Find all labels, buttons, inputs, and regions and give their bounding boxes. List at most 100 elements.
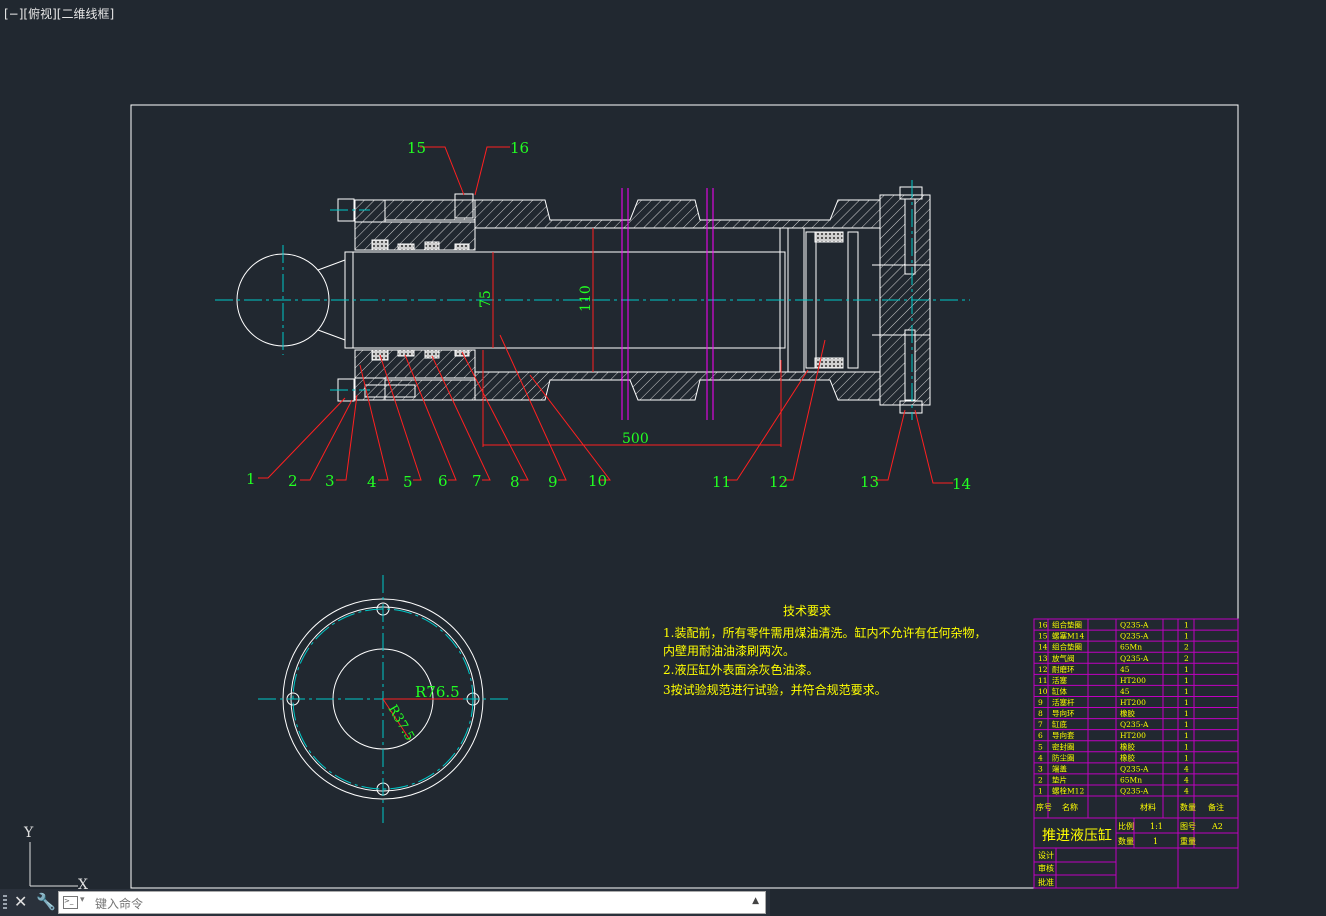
part-label-8: 8 <box>510 473 520 491</box>
parts-cell-material: Q235-A <box>1120 720 1149 729</box>
dim-outer-radius: R76.5 <box>415 683 460 701</box>
parts-cell-qty: 2 <box>1184 643 1189 652</box>
chevron-up-icon[interactable]: ▲ <box>752 896 759 906</box>
technical-requirements: 技术要求 1.装配前，所有零件需用煤油清洗。缸内不允许有任何杂物， 内壁用耐油油… <box>663 604 986 697</box>
parts-cell-no: 9 <box>1038 698 1043 707</box>
part-label-16: 16 <box>510 139 529 157</box>
chevron-down-icon[interactable]: ▾ <box>80 895 85 905</box>
part-label-11: 11 <box>712 473 731 491</box>
parts-cell-no: 5 <box>1038 742 1043 751</box>
parts-cell-material: Q235-A <box>1120 764 1149 773</box>
drag-grip-icon[interactable] <box>3 895 7 911</box>
tech-req-line-1: 1.装配前，所有零件需用煤油清洗。缸内不允许有任何杂物， <box>663 625 986 640</box>
parts-cell-name: 缸底 <box>1052 719 1068 729</box>
parts-cell-material: HT200 <box>1120 731 1146 740</box>
design-label: 设计 <box>1038 850 1054 860</box>
header-qty: 数量 <box>1180 802 1196 812</box>
drawing-canvas: 75 110 500 1 2 3 4 5 6 7 8 9 10 11 12 13… <box>23 104 1239 889</box>
tech-req-line-3: 2.液压缸外表面涂灰色油漆。 <box>663 662 818 677</box>
parts-cell-no: 7 <box>1038 720 1043 729</box>
parts-cell-name: 放气阀 <box>1052 653 1075 663</box>
parts-cell-qty: 1 <box>1184 720 1189 729</box>
part-label-5: 5 <box>403 473 413 491</box>
part-label-9: 9 <box>548 473 558 491</box>
weight-label: 重量 <box>1180 836 1196 846</box>
part-label-2: 2 <box>288 472 298 490</box>
parts-cell-name: 活塞 <box>1052 675 1068 685</box>
part-label-3: 3 <box>325 472 335 490</box>
parts-cell-material: 橡胶 <box>1120 752 1136 762</box>
parts-cell-qty: 1 <box>1184 676 1189 685</box>
parts-cell-no: 15 <box>1038 632 1048 641</box>
dim-inner-radius: R37.5 <box>385 703 417 744</box>
parts-cell-name: 螺栓M12 <box>1052 786 1084 796</box>
parts-cell-material: 45 <box>1120 687 1130 696</box>
close-icon[interactable]: ✕ <box>14 892 27 911</box>
wrench-icon[interactable]: 🔧 <box>36 892 56 911</box>
parts-cell-qty: 1 <box>1184 687 1189 696</box>
parts-cell-qty: 1 <box>1184 698 1189 707</box>
header-no: 序号 <box>1036 802 1052 812</box>
parts-cell-material: Q235-A <box>1120 621 1149 630</box>
parts-cell-no: 8 <box>1038 709 1043 718</box>
part-label-13: 13 <box>860 473 879 491</box>
parts-cell-no: 10 <box>1038 687 1048 696</box>
command-prompt-icon[interactable]: >_ <box>63 896 78 909</box>
part-label-1: 1 <box>246 470 256 488</box>
parts-cell-name: 防尘圈 <box>1052 752 1075 762</box>
parts-cell-name: 组合垫圈 <box>1052 642 1082 652</box>
parts-cell-no: 16 <box>1038 621 1048 630</box>
parts-cell-material: 65Mn <box>1120 775 1142 784</box>
parts-cell-name: 垫片 <box>1052 774 1067 784</box>
parts-cell-material: Q235-A <box>1120 632 1149 641</box>
part-label-15: 15 <box>407 139 426 157</box>
leader-lines <box>258 146 953 484</box>
parts-cell-name: 耐磨环 <box>1052 664 1075 674</box>
drawing-no-label: 图号 <box>1180 822 1196 831</box>
parts-cell-material: 45 <box>1120 665 1130 674</box>
quantity-label: 数量 <box>1118 836 1134 846</box>
parts-cell-material: HT200 <box>1120 676 1146 685</box>
header-remark: 备注 <box>1208 802 1224 812</box>
parts-cell-name: 螺塞M14 <box>1052 631 1084 641</box>
parts-cell-material: HT200 <box>1120 698 1146 707</box>
parts-cell-no: 4 <box>1038 753 1043 762</box>
drawing-no-value: A2 <box>1211 822 1223 831</box>
parts-cell-qty: 1 <box>1184 665 1189 674</box>
part-label-10: 10 <box>588 472 607 490</box>
parts-cell-qty: 1 <box>1184 731 1189 740</box>
approve-label: 批准 <box>1038 877 1054 887</box>
parts-cell-no: 14 <box>1038 643 1048 652</box>
ucs-y-label: Y <box>23 825 34 841</box>
command-line-bar: ✕ 🔧 >_ ▾ ▲ <box>0 889 770 916</box>
parts-cell-qty: 4 <box>1184 787 1189 796</box>
parts-cell-name: 缸体 <box>1052 686 1068 696</box>
parts-cell-no: 3 <box>1038 764 1043 773</box>
quantity-value: 1 <box>1153 837 1158 846</box>
parts-cell-material: 橡胶 <box>1120 708 1136 718</box>
parts-cell-name: 组合垫圈 <box>1052 620 1082 630</box>
parts-cell-qty: 1 <box>1184 709 1189 718</box>
ucs-icon <box>29 842 78 887</box>
parts-cell-name: 密封圈 <box>1052 741 1075 751</box>
title-block-text: 序号 名称 材料 数量 备注 推进液压缸 比例 1:1 图号 A2 数量 1 重… <box>1036 802 1224 887</box>
parts-cell-qty: 1 <box>1184 742 1189 751</box>
parts-cell-qty: 1 <box>1184 621 1189 630</box>
check-label: 审核 <box>1038 863 1054 873</box>
ucs-x-label: X <box>78 877 88 889</box>
parts-cell-no: 12 <box>1038 665 1048 674</box>
command-input-box[interactable]: >_ ▾ ▲ <box>58 891 766 915</box>
parts-cell-name: 端盖 <box>1052 763 1068 773</box>
tech-req-title: 技术要求 <box>783 604 831 618</box>
part-label-14: 14 <box>952 475 971 493</box>
parts-cell-qty: 2 <box>1184 654 1189 663</box>
parts-cell-material: Q235-A <box>1120 787 1149 796</box>
command-input[interactable] <box>93 892 737 915</box>
parts-cell-no: 1 <box>1038 787 1043 796</box>
tech-req-line-4: 3按试验规范进行试验，并符合规范要求。 <box>663 682 887 697</box>
part-labels: 1 2 3 4 5 6 7 8 9 10 11 12 13 14 15 16 <box>246 139 971 493</box>
parts-cell-name: 活塞杆 <box>1052 697 1075 707</box>
parts-cell-qty: 1 <box>1184 753 1189 762</box>
header-material: 材料 <box>1140 802 1156 812</box>
part-label-4: 4 <box>367 473 377 491</box>
